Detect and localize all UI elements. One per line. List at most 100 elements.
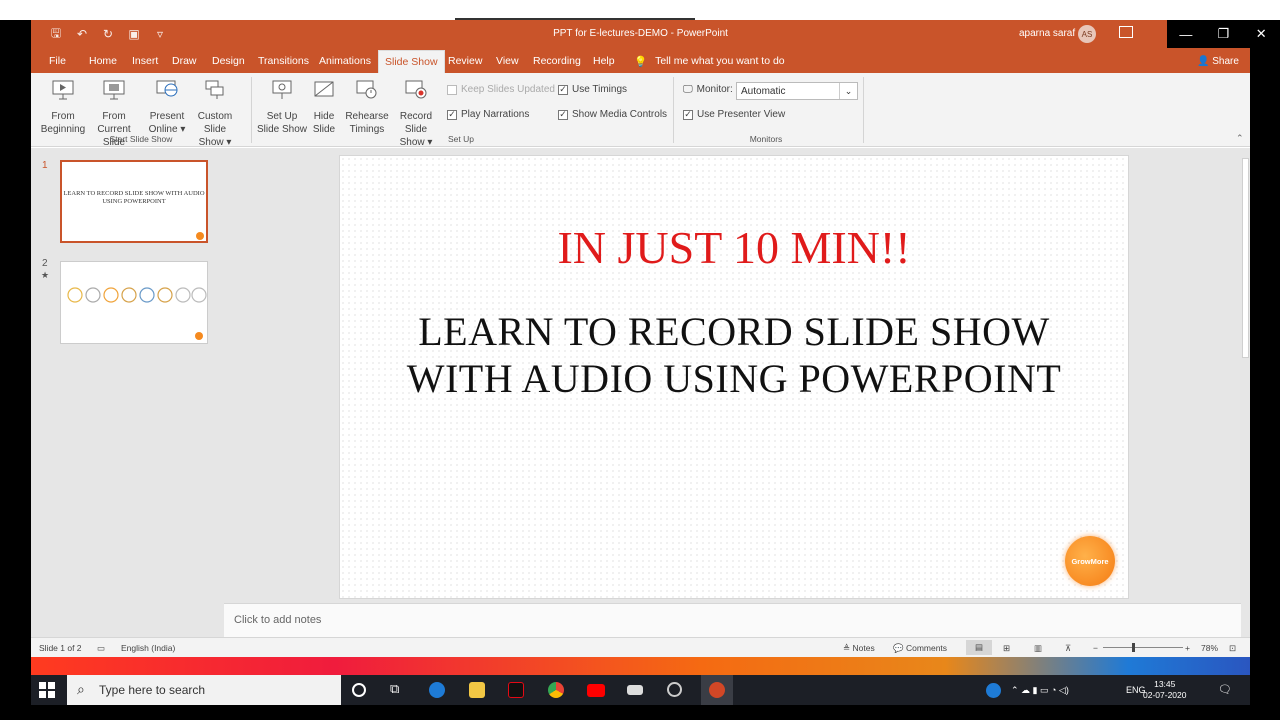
set-up-group-label: Set Up bbox=[448, 134, 474, 144]
hide-slide-button[interactable]: Hide Slide bbox=[309, 78, 339, 136]
windows-start-icon[interactable] bbox=[39, 682, 55, 698]
avatar[interactable]: AS bbox=[1078, 25, 1096, 43]
scrollbar-thumb[interactable] bbox=[1242, 158, 1249, 358]
set-up-slide-show-button[interactable]: Set Up Slide Show bbox=[256, 78, 308, 136]
system-tray-icons[interactable]: ⌃ ☁ ▮ ▭ ◔ ◁) bbox=[1011, 685, 1069, 696]
notes-label: Notes bbox=[852, 643, 875, 653]
share-button[interactable]: 👤 Share bbox=[1197, 56, 1239, 67]
minimize-icon[interactable]: — bbox=[1167, 20, 1205, 48]
tab-insert[interactable]: Insert bbox=[132, 55, 158, 67]
app-icon[interactable] bbox=[627, 685, 643, 695]
zoom-slider-thumb[interactable] bbox=[1132, 643, 1135, 652]
clock[interactable]: 13:45 02-07-2020 bbox=[1143, 679, 1186, 701]
animation-star-icon: ★ bbox=[41, 270, 50, 280]
slide-sorter-icon[interactable]: ⊞ bbox=[1003, 643, 1010, 654]
zoom-out-icon[interactable]: − bbox=[1093, 643, 1098, 653]
slide-subtitle[interactable]: LEARN TO RECORD SLIDE SHOW WITH AUDIO US… bbox=[360, 308, 1108, 402]
user-name[interactable]: aparna saraf bbox=[1019, 28, 1075, 39]
tab-file[interactable]: File bbox=[49, 55, 66, 67]
collapse-ribbon-icon[interactable]: ⌃ bbox=[1236, 133, 1244, 144]
restore-icon[interactable]: ❐ bbox=[1205, 20, 1243, 48]
slide-thumbnail-1[interactable]: LEARN TO RECORD SLIDE SHOW WITH AUDIO US… bbox=[60, 160, 208, 243]
comments-label: Comments bbox=[905, 643, 948, 653]
tab-animations[interactable]: Animations bbox=[319, 55, 371, 67]
ribbon: From Beginning From Current Slide Presen… bbox=[31, 73, 1250, 148]
tell-me-box[interactable]: 💡 Tell me what you want to do bbox=[634, 55, 785, 68]
monitor-select[interactable]: Automatic ⌄ bbox=[736, 82, 858, 100]
zoom-slider[interactable] bbox=[1103, 647, 1183, 648]
powerpoint-taskbar-button[interactable] bbox=[701, 675, 733, 705]
monitor-value: Automatic bbox=[741, 86, 786, 97]
obs-icon[interactable] bbox=[667, 682, 682, 697]
play-narrations-checkbox[interactable]: ✓ Play Narrations bbox=[447, 109, 529, 120]
monitor-label-row: 🖵 Monitor: bbox=[683, 84, 733, 95]
slide-show-view-icon[interactable]: ⊼ bbox=[1065, 643, 1071, 654]
subtitle-line-2: WITH AUDIO USING POWERPOINT bbox=[406, 356, 1062, 401]
fit-to-window-icon[interactable]: ⊡ bbox=[1229, 643, 1236, 654]
close-icon[interactable]: ✕ bbox=[1242, 20, 1280, 48]
notes-placeholder: Click to add notes bbox=[234, 614, 322, 626]
reading-view-icon[interactable]: ▥ bbox=[1034, 643, 1042, 654]
use-presenter-view-checkbox[interactable]: ✓ Use Presenter View bbox=[683, 109, 785, 120]
checkmark-icon: ✓ bbox=[447, 109, 457, 120]
comments-button[interactable]: 💬 Comments bbox=[893, 643, 947, 654]
tell-me-text: Tell me what you want to do bbox=[655, 55, 785, 67]
edge-icon[interactable] bbox=[429, 682, 445, 698]
use-timings-checkbox[interactable]: ✓ Use Timings bbox=[558, 84, 627, 95]
lightbulb-icon: 💡 bbox=[634, 56, 648, 68]
timeline-graphic bbox=[67, 287, 207, 303]
chrome-icon[interactable] bbox=[548, 682, 564, 698]
taskbar-search[interactable]: ⌕ Type here to search bbox=[67, 675, 341, 705]
netflix-icon[interactable] bbox=[508, 682, 524, 698]
slide-number: 1 bbox=[42, 160, 48, 171]
title-bar: 🖫 ↶ ↻ ▣ ▿ PPT for E-lectures-DEMO - Powe… bbox=[31, 20, 1250, 48]
zoom-level[interactable]: 78% bbox=[1201, 643, 1218, 653]
stopwatch-icon bbox=[356, 80, 377, 99]
chevron-down-icon[interactable]: ⌄ bbox=[839, 83, 857, 99]
ribbon-tabs: File Home Insert Draw Design Transitions… bbox=[31, 48, 1250, 73]
keep-slides-updated-checkbox: Keep Slides Updated bbox=[447, 84, 555, 95]
tab-transitions[interactable]: Transitions bbox=[258, 55, 309, 67]
logo-dot bbox=[196, 232, 204, 240]
from-beginning-button[interactable]: From Beginning bbox=[39, 78, 87, 136]
language-indicator[interactable]: English (India) bbox=[121, 643, 175, 653]
tab-view[interactable]: View bbox=[496, 55, 519, 67]
hide-slide-line1: Hide bbox=[313, 111, 335, 122]
tab-design[interactable]: Design bbox=[212, 55, 245, 67]
tab-slide-show[interactable]: Slide Show bbox=[378, 50, 445, 73]
notes-button[interactable]: ≜ Notes bbox=[843, 643, 875, 654]
vertical-scrollbar[interactable] bbox=[1241, 148, 1250, 638]
group-separator bbox=[863, 77, 864, 143]
start-slide-show-group-label: Start Slide Show bbox=[109, 134, 173, 144]
tab-recording[interactable]: Recording bbox=[533, 55, 581, 67]
tab-review[interactable]: Review bbox=[448, 55, 482, 67]
slide-headline[interactable]: IN JUST 10 MIN!! bbox=[340, 221, 1128, 274]
slide-editing-area: IN JUST 10 MIN!! LEARN TO RECORD SLIDE S… bbox=[224, 148, 1250, 638]
play-narrations-label: Play Narrations bbox=[461, 109, 530, 120]
tab-home[interactable]: Home bbox=[89, 55, 117, 67]
cortana-icon[interactable] bbox=[352, 683, 366, 697]
show-media-controls-checkbox[interactable]: ✓ Show Media Controls bbox=[558, 109, 667, 120]
zoom-in-icon[interactable]: + bbox=[1185, 643, 1190, 653]
slide-thumbnail-2[interactable] bbox=[60, 261, 208, 344]
spellcheck-icon[interactable]: ▭ bbox=[97, 643, 105, 654]
present-online-button[interactable]: Present Online ▾ bbox=[146, 78, 188, 136]
rehearse-line1: Rehearse bbox=[345, 111, 389, 122]
keep-slides-updated-label: Keep Slides Updated bbox=[461, 84, 555, 95]
normal-view-icon[interactable]: ▤ bbox=[966, 640, 992, 655]
notes-pane[interactable]: Click to add notes bbox=[224, 603, 1241, 637]
tab-draw[interactable]: Draw bbox=[172, 55, 197, 67]
ribbon-display-options-icon[interactable] bbox=[1119, 26, 1133, 38]
help-icon[interactable] bbox=[986, 683, 1001, 698]
rehearse-timings-button[interactable]: Rehearse Timings bbox=[344, 78, 390, 136]
globe-screen-icon bbox=[156, 80, 178, 97]
slide-canvas[interactable]: IN JUST 10 MIN!! LEARN TO RECORD SLIDE S… bbox=[339, 155, 1129, 599]
youtube-icon[interactable] bbox=[587, 684, 605, 697]
notification-icon[interactable]: 🗨 bbox=[1218, 683, 1232, 696]
task-view-icon[interactable]: ⧉ bbox=[390, 681, 406, 697]
tab-help[interactable]: Help bbox=[593, 55, 615, 67]
use-timings-label: Use Timings bbox=[572, 84, 628, 95]
custom-show-line1: Custom Slide bbox=[197, 111, 233, 135]
hide-slide-line2: Slide bbox=[312, 124, 336, 135]
file-explorer-icon[interactable] bbox=[469, 682, 485, 698]
